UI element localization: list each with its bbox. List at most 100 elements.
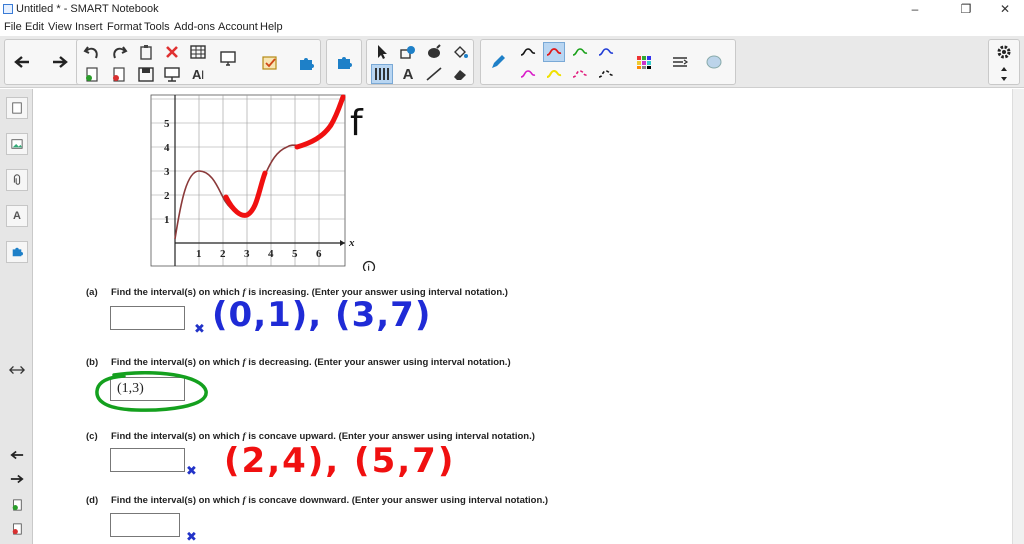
undo-icon[interactable] [81, 42, 103, 62]
presentation-icon[interactable] [161, 64, 183, 84]
toolbar: A | A [0, 36, 1024, 88]
graph-frame [150, 94, 346, 267]
green-circle-annotation [95, 371, 208, 412]
y-tick-5: 5 [164, 118, 170, 130]
pen-style-dashed-black[interactable] [595, 64, 617, 84]
question-d-label: (d) [86, 495, 99, 506]
addons-puzzle-icon[interactable] [295, 53, 317, 73]
x-tick-4: 4 [268, 248, 274, 260]
text-recognition-label: A [192, 66, 202, 82]
nav-group [4, 39, 82, 85]
handwritten-increasing-answer: (0,1), (3,7) [212, 295, 432, 335]
minimize-button[interactable]: – [902, 1, 928, 18]
question-d-text-post: is concave downward. (Enter your answer … [245, 495, 549, 506]
handwritten-f-label: f [350, 103, 363, 144]
save-icon[interactable] [135, 64, 157, 84]
addons-panel-icon[interactable] [6, 241, 28, 263]
text-tool-icon[interactable]: A [397, 64, 419, 84]
fill-icon[interactable] [449, 42, 471, 62]
fill-effects-icon[interactable] [703, 52, 725, 72]
x-tick-1: 1 [196, 248, 202, 260]
gallery-icon[interactable] [6, 133, 28, 155]
remove-page-icon[interactable] [7, 520, 27, 538]
forward-arrow-icon[interactable] [49, 52, 71, 72]
menu-file[interactable]: File [4, 21, 22, 33]
pen-style-yellow[interactable] [543, 64, 565, 84]
pen-style-blue[interactable] [595, 42, 617, 62]
page-sorter-icon[interactable] [6, 97, 28, 119]
move-toolbar-icon[interactable] [993, 64, 1015, 84]
table-icon[interactable] [187, 42, 209, 62]
line-tool-icon[interactable] [423, 64, 445, 84]
pen-style-red[interactable] [543, 42, 565, 62]
puzzle-icon[interactable] [333, 52, 355, 72]
line-style-icon[interactable] [669, 52, 691, 72]
close-button[interactable]: ✕ [992, 1, 1018, 18]
menu-addons[interactable]: Add-ons [174, 21, 215, 33]
redo-icon[interactable] [108, 42, 130, 62]
delete-page-icon[interactable] [108, 64, 130, 84]
back-arrow-icon[interactable] [11, 52, 33, 72]
insert-page-icon[interactable] [81, 64, 103, 84]
color-palette-icon[interactable] [633, 52, 655, 72]
pen-icon[interactable] [487, 52, 509, 72]
handwritten-concave-up-answer: (2,4), (5,7) [224, 441, 456, 481]
add-page-icon[interactable] [7, 496, 27, 514]
activity-builder-icon[interactable] [259, 53, 281, 73]
incorrect-x-icon-c: ✖ [186, 463, 197, 478]
pen-style-dashed-pink[interactable] [569, 64, 591, 84]
next-page-arrow-icon[interactable] [7, 470, 27, 488]
menu-view[interactable]: View [48, 21, 72, 33]
pen-styles-group [480, 39, 736, 85]
x-axis-label: x [348, 237, 355, 249]
menu-edit[interactable]: Edit [25, 21, 44, 33]
menu-help[interactable]: Help [260, 21, 283, 33]
answer-d-input[interactable] [110, 513, 180, 537]
question-b-text-post: is decreasing. (Enter your answer using … [245, 357, 511, 368]
vertical-scrollbar[interactable] [1012, 89, 1024, 544]
pen-style-magenta[interactable] [517, 64, 539, 84]
notebook-page[interactable]: 1 2 3 4 5 6 1 2 3 4 5 x i f (a) Find the … [34, 89, 1012, 544]
app-icon [3, 4, 13, 14]
x-tick-2: 2 [220, 248, 226, 260]
properties-icon[interactable]: A [6, 205, 28, 227]
menu-tools[interactable]: Tools [144, 21, 170, 33]
menu-format[interactable]: Format [107, 21, 142, 33]
question-b-text-pre: Find the interval(s) on which [111, 357, 243, 368]
shapes-icon[interactable] [397, 42, 419, 62]
delete-icon[interactable] [161, 42, 183, 62]
paste-icon[interactable] [135, 42, 157, 62]
tools-group: A [366, 39, 474, 85]
gear-icon[interactable] [993, 42, 1015, 62]
pen-style-black[interactable] [517, 42, 539, 62]
side-panel: A [0, 89, 33, 544]
incorrect-x-icon-d: ✖ [186, 529, 197, 544]
window-title: Untitled * - SMART Notebook [16, 3, 159, 15]
settings-group [988, 39, 1020, 85]
question-b-label: (b) [86, 357, 99, 368]
question-c-label: (c) [86, 431, 98, 442]
answer-c-input[interactable] [110, 448, 185, 472]
text-recognition-icon[interactable]: A | [187, 64, 209, 84]
screen-display-icon[interactable] [217, 48, 239, 68]
answer-a-input[interactable] [110, 306, 185, 330]
x-tick-5: 5 [292, 248, 298, 260]
pens-icon[interactable] [371, 64, 393, 84]
y-tick-2: 2 [164, 190, 170, 202]
title-bar: Untitled * - SMART Notebook – ❐ ✕ [0, 0, 1024, 19]
eraser-icon[interactable] [449, 64, 471, 84]
properties-label: A [13, 210, 21, 222]
prev-page-arrow-icon[interactable] [7, 446, 27, 464]
move-panel-arrows-icon[interactable] [7, 361, 27, 379]
y-tick-1: 1 [164, 214, 170, 226]
menu-account[interactable]: Account [218, 21, 258, 33]
x-tick-3: 3 [244, 248, 250, 260]
select-arrow-icon[interactable] [371, 42, 393, 62]
pen-style-green[interactable] [569, 42, 591, 62]
attachments-icon[interactable] [6, 169, 28, 191]
menu-insert[interactable]: Insert [75, 21, 103, 33]
question-c-text-pre: Find the interval(s) on which [111, 431, 243, 442]
menu-bar: File Edit View Insert Format Tools Add-o… [0, 19, 1024, 36]
magic-pen-icon[interactable] [423, 42, 445, 62]
maximize-button[interactable]: ❐ [953, 1, 979, 18]
